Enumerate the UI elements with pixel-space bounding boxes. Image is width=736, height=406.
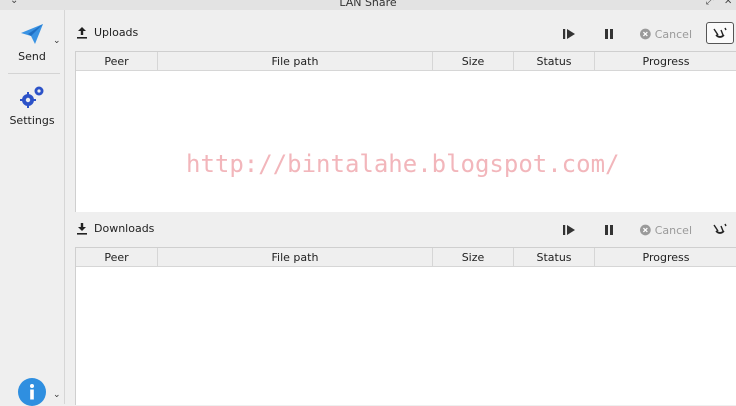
- column-header-progress[interactable]: Progress: [595, 52, 736, 70]
- send-label: Send: [18, 50, 46, 63]
- downloads-cancel-label: Cancel: [654, 223, 692, 237]
- pause-icon: [605, 29, 613, 39]
- broom-icon: [713, 223, 727, 234]
- column-header-status[interactable]: Status: [514, 52, 595, 70]
- broom-icon: [713, 27, 727, 38]
- downloads-cancel-button[interactable]: Cancel: [640, 220, 692, 240]
- column-header-size[interactable]: Size: [433, 52, 514, 70]
- cancel-icon: [640, 224, 651, 236]
- upload-icon: [77, 27, 87, 39]
- window-close-icon[interactable]: ✕: [724, 0, 732, 7]
- uploads-clear-button[interactable]: [706, 22, 734, 44]
- sidebar: Send ⌄ Settings ⌄: [0, 10, 65, 406]
- settings-label: Settings: [9, 114, 55, 127]
- column-header-peer[interactable]: Peer: [76, 248, 158, 266]
- watermark-text: http://bintalahe.blogspot.com/: [186, 150, 620, 178]
- settings-button[interactable]: Settings: [0, 84, 64, 127]
- resume-icon: [563, 29, 575, 39]
- uploads-header: Uploads Cancel: [70, 18, 736, 48]
- column-header-status[interactable]: Status: [514, 248, 595, 266]
- uploads-title: Uploads: [94, 26, 139, 39]
- column-header-progress[interactable]: Progress: [595, 248, 736, 266]
- downloads-resume-button[interactable]: [560, 220, 578, 240]
- info-icon: [18, 378, 46, 406]
- downloads-header: Downloads Cancel: [70, 214, 736, 244]
- uploads-table-header: Peer File path Size Status Progress: [76, 52, 736, 71]
- paper-plane-icon: [21, 24, 43, 44]
- resume-icon: [563, 225, 575, 235]
- sidebar-separator: [8, 73, 60, 74]
- uploads-table[interactable]: Peer File path Size Status Progress: [75, 51, 736, 212]
- downloads-clear-button[interactable]: [706, 218, 734, 240]
- uploads-resume-button[interactable]: [560, 24, 578, 44]
- uploads-cancel-button[interactable]: Cancel: [640, 24, 692, 44]
- uploads-pause-button[interactable]: [600, 24, 618, 44]
- downloads-pause-button[interactable]: [600, 220, 618, 240]
- uploads-cancel-label: Cancel: [654, 27, 692, 41]
- window-title: LAN Share: [339, 0, 397, 9]
- column-header-size[interactable]: Size: [433, 248, 514, 266]
- title-bar: ⌄ LAN Share ⤢ ✕: [0, 0, 736, 10]
- column-header-file-path[interactable]: File path: [158, 52, 433, 70]
- window-restore-icon[interactable]: ⤢: [706, 0, 714, 7]
- pause-icon: [605, 225, 613, 235]
- column-header-file-path[interactable]: File path: [158, 248, 433, 266]
- downloads-title: Downloads: [94, 222, 155, 235]
- column-header-peer[interactable]: Peer: [76, 52, 158, 70]
- gears-icon: [20, 86, 44, 108]
- send-options-chevron-icon[interactable]: ⌄: [53, 36, 61, 46]
- about-options-chevron-icon[interactable]: ⌄: [53, 390, 61, 400]
- downloads-table[interactable]: Peer File path Size Status Progress: [75, 247, 736, 405]
- download-icon: [77, 223, 87, 235]
- downloads-table-header: Peer File path Size Status Progress: [76, 248, 736, 267]
- cancel-icon: [640, 28, 651, 40]
